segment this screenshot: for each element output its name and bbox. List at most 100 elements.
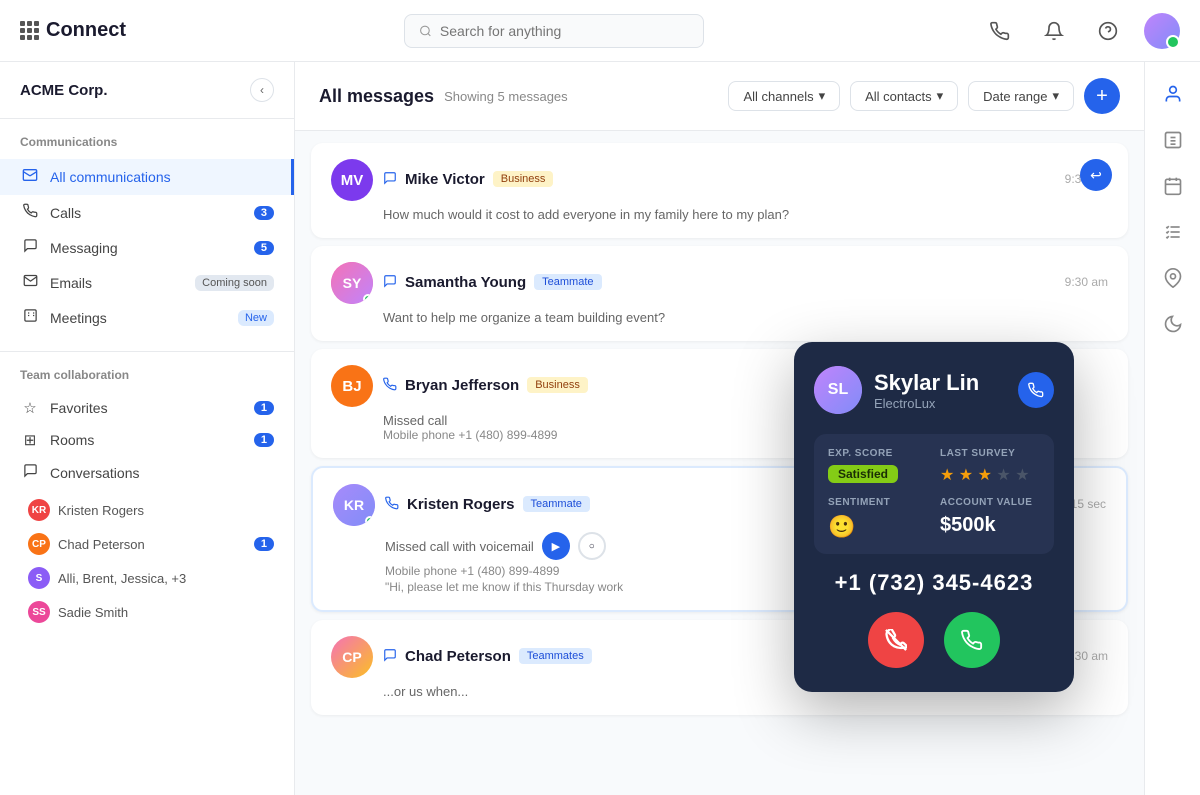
channel-icon-mike	[383, 171, 397, 188]
topnav-icons	[982, 13, 1180, 49]
rooms-icon: ⊞	[20, 431, 40, 449]
sidebar-item-favorites[interactable]: ☆ Favorites 1	[0, 392, 294, 424]
reply-button-mike[interactable]: ↩	[1080, 159, 1112, 191]
collab-section: Team collaboration ☆ Favorites 1 ⊞ Rooms…	[0, 352, 294, 649]
msg-avatar-mike: MV	[331, 159, 373, 201]
emails-badge: Coming soon	[195, 275, 274, 291]
envelope-icon	[20, 167, 40, 187]
stat-exp-score: EXP. SCORE Satisfied	[828, 448, 928, 485]
collapse-button[interactable]: ‹	[250, 78, 274, 102]
stat-last-survey: LAST SURVEY ★ ★ ★ ★ ★	[940, 448, 1040, 485]
sub-item-kristen[interactable]: KR Kristen Rogers	[0, 493, 294, 527]
right-icon-building[interactable]	[1153, 120, 1193, 160]
sadie-label: Sadie Smith	[58, 605, 128, 620]
right-sidebar	[1144, 62, 1200, 795]
chad-avatar: CP	[28, 533, 50, 555]
search-input[interactable]	[440, 23, 689, 39]
user-avatar[interactable]	[1144, 13, 1180, 49]
msg-avatar-bryan: BJ	[331, 365, 373, 407]
msg-text-samantha: Want to help me organize a team building…	[383, 310, 1108, 325]
right-icon-pin[interactable]	[1153, 258, 1193, 298]
chad-label: Chad Peterson	[58, 537, 145, 552]
left-sidebar: ACME Corp. ‹ Communications All communic…	[0, 62, 295, 795]
call-popup: SL Skylar Lin ElectroLux EXP. SCORE Sati…	[794, 342, 1074, 692]
msg-name-mike: Mike Victor	[405, 171, 485, 188]
msg-text-mike: How much would it cost to add everyone i…	[383, 207, 1108, 222]
help-icon[interactable]	[1090, 13, 1126, 49]
sidebar-item-rooms[interactable]: ⊞ Rooms 1	[0, 424, 294, 456]
calls-badge: 3	[254, 206, 274, 220]
message-card-mike[interactable]: MV Mike Victor Business 9:30 am	[311, 143, 1128, 238]
meetings-icon	[20, 308, 40, 327]
stat-sentiment: SENTIMENT 🙂	[828, 497, 928, 540]
sentiment-emoji: 🙂	[828, 514, 928, 540]
bell-icon[interactable]	[1036, 13, 1072, 49]
filter-daterange[interactable]: Date range ▾	[968, 81, 1074, 111]
sadie-avatar: SS	[28, 601, 50, 623]
sub-item-alli[interactable]: S Alli, Brent, Jessica, +3	[0, 561, 294, 595]
rooms-badge: 1	[254, 433, 274, 447]
sidebar-item-meetings[interactable]: Meetings New	[0, 300, 294, 335]
chevron-down-icon-3: ▾	[1052, 88, 1059, 104]
right-icon-person[interactable]	[1153, 74, 1193, 114]
communications-section: Communications All communications Calls …	[0, 119, 294, 352]
conversations-icon	[20, 463, 40, 482]
search-box[interactable]	[404, 14, 704, 48]
search-icon	[419, 24, 432, 38]
account-value: $500k	[940, 514, 1040, 537]
play-voicemail-button[interactable]: ▶	[542, 532, 570, 560]
sidebar-item-label: All communications	[50, 169, 271, 185]
filter-channels[interactable]: All channels ▾	[728, 81, 840, 111]
msg-time-kristen: 15 sec	[1071, 497, 1106, 511]
caller-name: Skylar Lin	[874, 370, 979, 396]
sidebar-item-emails[interactable]: Emails Coming soon	[0, 265, 294, 300]
filter-contacts[interactable]: All contacts ▾	[850, 81, 958, 111]
exp-score-label: EXP. SCORE	[828, 448, 928, 459]
phone-icon[interactable]	[982, 13, 1018, 49]
emails-icon	[20, 273, 40, 292]
right-icon-checklist[interactable]	[1153, 212, 1193, 252]
right-icon-calendar[interactable]	[1153, 166, 1193, 206]
communications-title: Communications	[0, 135, 294, 159]
msg-name-kristen: Kristen Rogers	[407, 496, 515, 513]
msg-name-samantha: Samantha Young	[405, 274, 526, 291]
sidebar-item-all-comms[interactable]: All communications	[0, 159, 294, 195]
msg-tag-bryan: Business	[527, 377, 588, 393]
decline-button[interactable]	[868, 612, 924, 668]
call-actions	[814, 612, 1054, 668]
msg-tag-chad: Teammates	[519, 648, 592, 664]
alli-label: Alli, Brent, Jessica, +3	[58, 571, 186, 586]
app-name: Connect	[46, 19, 126, 42]
msg-info-mike: Mike Victor Business 9:30 am	[383, 171, 1108, 190]
sub-item-chad[interactable]: CP Chad Peterson 1	[0, 527, 294, 561]
chevron-down-icon: ▾	[819, 88, 826, 104]
alli-avatar: S	[28, 567, 50, 589]
add-button[interactable]: +	[1084, 78, 1120, 114]
caller-details: Skylar Lin ElectroLux	[874, 370, 979, 411]
meetings-label: Meetings	[50, 310, 228, 326]
sidebar-item-conversations[interactable]: Conversations	[0, 456, 294, 489]
last-survey-label: LAST SURVEY	[940, 448, 1040, 459]
message-card-samantha[interactable]: SY Samantha Young Teammate	[311, 246, 1128, 341]
accept-button[interactable]	[944, 612, 1000, 668]
msg-avatar-samantha: SY	[331, 262, 373, 304]
chad-badge: 1	[254, 537, 274, 551]
phone-number: +1 (732) 345-4623	[814, 570, 1054, 596]
record-button[interactable]: ○	[578, 532, 606, 560]
stars-rating: ★ ★ ★ ★ ★	[940, 465, 1040, 485]
rooms-label: Rooms	[50, 432, 94, 448]
messaging-label: Messaging	[50, 240, 244, 256]
messaging-badge: 5	[254, 241, 274, 255]
company-header: ACME Corp. ‹	[0, 62, 294, 119]
caller-company: ElectroLux	[874, 396, 979, 411]
topnav: Connect	[0, 0, 1200, 62]
channel-icon-kristen	[385, 496, 399, 513]
right-icon-moon[interactable]	[1153, 304, 1193, 344]
main-layout: ACME Corp. ‹ Communications All communic…	[0, 62, 1200, 795]
sidebar-item-messaging[interactable]: Messaging 5	[0, 230, 294, 265]
center-panel: All messages Showing 5 messages All chan…	[295, 62, 1144, 795]
kristen-label: Kristen Rogers	[58, 503, 144, 518]
sidebar-item-calls[interactable]: Calls 3	[0, 195, 294, 230]
sub-item-sadie[interactable]: SS Sadie Smith	[0, 595, 294, 629]
msg-name-bryan: Bryan Jefferson	[405, 377, 519, 394]
